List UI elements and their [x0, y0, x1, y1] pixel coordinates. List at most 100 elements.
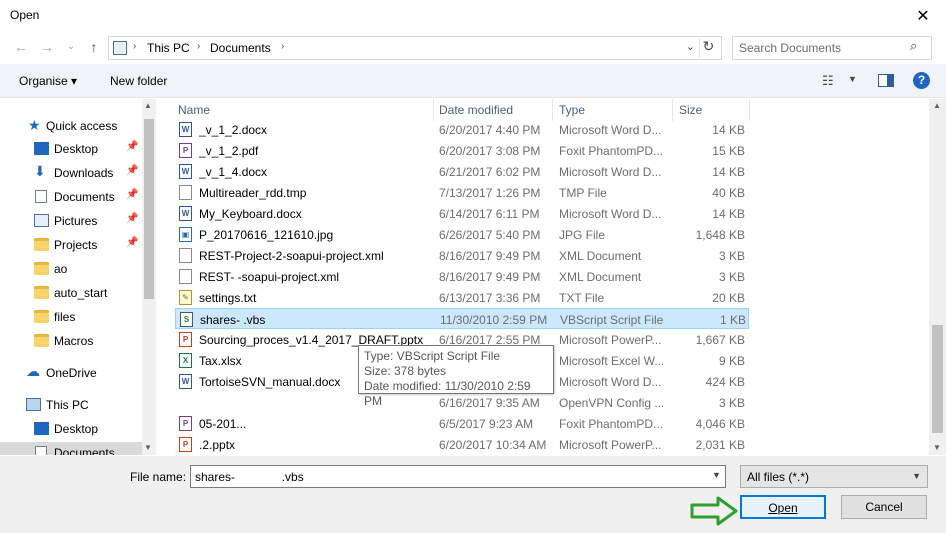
sidebar-item-projects[interactable]: Projects 📌 — [0, 234, 142, 256]
table-row[interactable]: W _v_1_4.docx 6/21/2017 6:02 PM Microsoft W… — [175, 161, 749, 182]
refresh-icon[interactable]: ↻ — [699, 38, 717, 58]
command-toolbar: Organise ▾ New folder ☷ ▼ ? — [0, 64, 946, 98]
file-name-input[interactable] — [190, 465, 726, 488]
documents-icon — [35, 446, 47, 455]
pin-icon[interactable]: 📌 — [126, 237, 138, 248]
scroll-down-icon[interactable]: ▼ — [933, 443, 941, 452]
column-divider[interactable] — [672, 99, 673, 121]
column-divider[interactable] — [433, 99, 434, 121]
table-row[interactable]: P _v_1_2.pdf 6/20/2017 3:08 PM Foxit Phanto… — [175, 140, 749, 161]
table-row[interactable]: P .2.pptx 6/20/2017 10:34 AM Microsoft Pow… — [175, 434, 749, 455]
file-type-filter[interactable]: All files (*.*) ▼ — [740, 465, 928, 488]
navigation-scrollbar[interactable]: ▲ ▼ — [142, 99, 156, 455]
sidebar-item-pc-desktop[interactable]: Desktop — [0, 418, 142, 440]
file-size-cell: 2,031 KB — [695, 438, 745, 452]
sidebar-item-label: Pictures — [54, 214, 98, 228]
folder-icon — [34, 334, 49, 347]
organise-button[interactable]: Organise ▾ — [19, 74, 77, 88]
sidebar-item-desktop[interactable]: Desktop 📌 — [0, 138, 142, 160]
column-size[interactable]: Size — [679, 103, 702, 117]
file-list-scrollbar[interactable]: ▲ ▼ — [929, 99, 946, 455]
folder-icon — [34, 238, 49, 251]
sidebar-item-this-pc[interactable]: This PC — [0, 394, 142, 416]
scrollbar-thumb[interactable] — [144, 119, 154, 299]
scroll-down-icon[interactable]: ▼ — [144, 443, 152, 452]
column-date-modified[interactable]: Date modified — [439, 103, 513, 117]
scroll-up-icon[interactable]: ▲ — [144, 101, 152, 110]
file-type-cell: XML Document — [559, 249, 642, 263]
column-divider[interactable] — [552, 99, 553, 121]
help-icon[interactable]: ? — [913, 72, 930, 89]
sidebar-item-label: This PC — [46, 398, 89, 412]
sidebar-item-pictures[interactable]: Pictures 📌 — [0, 210, 142, 232]
table-row[interactable]: W My_Keyboard.docx 6/14/2017 6:11 PM Micros… — [175, 203, 749, 224]
new-folder-button[interactable]: New folder — [110, 74, 167, 88]
column-divider[interactable] — [749, 99, 750, 121]
preview-pane-icon[interactable] — [878, 74, 894, 87]
word-file-icon: W — [179, 374, 192, 389]
file-type-cell: Microsoft PowerP... — [559, 438, 662, 452]
table-row-selected[interactable]: Sshares- .vbs 11/30/2010 2:59 PM VBScript … — [175, 308, 749, 329]
search-input[interactable] — [732, 36, 932, 60]
pin-icon[interactable]: 📌 — [126, 141, 138, 152]
scrollbar-thumb[interactable] — [932, 325, 943, 433]
sidebar-item-onedrive[interactable]: ☁ OneDrive — [0, 362, 142, 384]
date-modified-cell: 6/20/2017 10:34 AM — [439, 438, 547, 452]
file-size-cell: 14 KB — [712, 123, 745, 137]
sort-ascending-icon: ^ — [299, 99, 303, 103]
forward-arrow-icon[interactable]: → — [38, 38, 56, 56]
file-size-cell: 424 KB — [705, 375, 745, 389]
table-row[interactable]: P 05-201... 6/5/2017 9:23 AM Foxit Phantom… — [175, 413, 749, 434]
search-icon[interactable]: ⌕ — [910, 38, 917, 54]
table-row[interactable]: ✎ settings.txt 6/13/2017 3:36 PM TXT File 20… — [175, 287, 749, 308]
breadcrumb-documents[interactable]: Documents — [210, 41, 271, 55]
cancel-button[interactable]: Cancel — [841, 495, 927, 519]
view-dropdown-icon[interactable]: ▼ — [848, 74, 857, 84]
file-file-icon — [179, 269, 192, 284]
table-row[interactable]: Multireader_rdd.tmp 7/13/2017 1:26 PM TMP … — [175, 182, 749, 203]
table-row[interactable]: ▣ P_20170616_121610.jpg 6/26/2017 5:40 PM J… — [175, 224, 749, 245]
up-arrow-icon[interactable]: ↑ — [85, 38, 103, 56]
close-icon[interactable]: ✕ — [900, 0, 946, 31]
file-size-cell: 3 KB — [718, 249, 745, 263]
cloud-icon: ☁ — [26, 363, 40, 379]
recent-locations-icon[interactable]: ⌄ — [62, 38, 80, 56]
address-dropdown-icon[interactable]: ⌄ — [686, 40, 695, 53]
ppt-file-icon: P — [179, 332, 192, 347]
file-name-cell: 05-201... — [199, 417, 247, 431]
sidebar-item-macros[interactable]: Macros — [0, 330, 142, 352]
pin-icon[interactable]: 📌 — [126, 165, 138, 176]
file-type-cell: JPG File — [559, 228, 606, 242]
view-options-icon[interactable]: ☷ — [822, 73, 834, 89]
column-type[interactable]: Type — [559, 103, 585, 117]
open-button[interactable]: Open — [740, 495, 826, 519]
table-row[interactable]: W _v_1_2.docx 6/20/2017 4:40 PM Microsoft W… — [175, 119, 749, 140]
sidebar-item-files[interactable]: files — [0, 306, 142, 328]
sidebar-item-pc-documents[interactable]: Documents — [0, 442, 142, 455]
file-type-cell: Foxit PhantomPD... — [559, 417, 663, 431]
pin-icon[interactable]: 📌 — [126, 189, 138, 200]
folder-icon — [34, 310, 49, 323]
sidebar-item-label: Downloads — [54, 166, 114, 180]
sidebar-item-downloads[interactable]: ⬇ Downloads 📌 — [0, 162, 142, 184]
tooltip-date: Date modified: 11/30/2010 2:59 PM — [364, 379, 531, 408]
date-modified-cell: 6/20/2017 4:40 PM — [439, 123, 541, 137]
sidebar-item-auto-start[interactable]: auto_start — [0, 282, 142, 304]
sidebar-item-label: Documents — [54, 446, 115, 455]
column-name[interactable]: Name — [178, 103, 210, 117]
table-row[interactable]: REST-Project-2-soapui-project.xml 8/16/20… — [175, 245, 749, 266]
scroll-up-icon[interactable]: ▲ — [933, 101, 941, 110]
table-row[interactable]: REST- -soapui-project.xml 8/16/2017 9:49 … — [175, 266, 749, 287]
pin-icon[interactable]: 📌 — [126, 213, 138, 224]
file-name-cell: Multireader_rdd.tmp — [199, 186, 307, 200]
sidebar-item-ao[interactable]: ao — [0, 258, 142, 280]
file-size-cell: 20 KB — [712, 291, 745, 305]
cancel-button-label: Cancel — [865, 500, 903, 514]
back-arrow-icon[interactable]: ← — [12, 38, 30, 56]
address-bar[interactable]: › This PC › Documents › ⌄ ↻ — [108, 36, 722, 60]
sidebar-item-documents[interactable]: Documents 📌 — [0, 186, 142, 208]
file-name-dropdown-icon[interactable]: ▼ — [712, 470, 721, 480]
word-file-icon: W — [179, 206, 192, 221]
breadcrumb-this-pc[interactable]: This PC — [147, 41, 190, 55]
sidebar-item-quick-access[interactable]: ★ Quick access — [0, 115, 142, 137]
